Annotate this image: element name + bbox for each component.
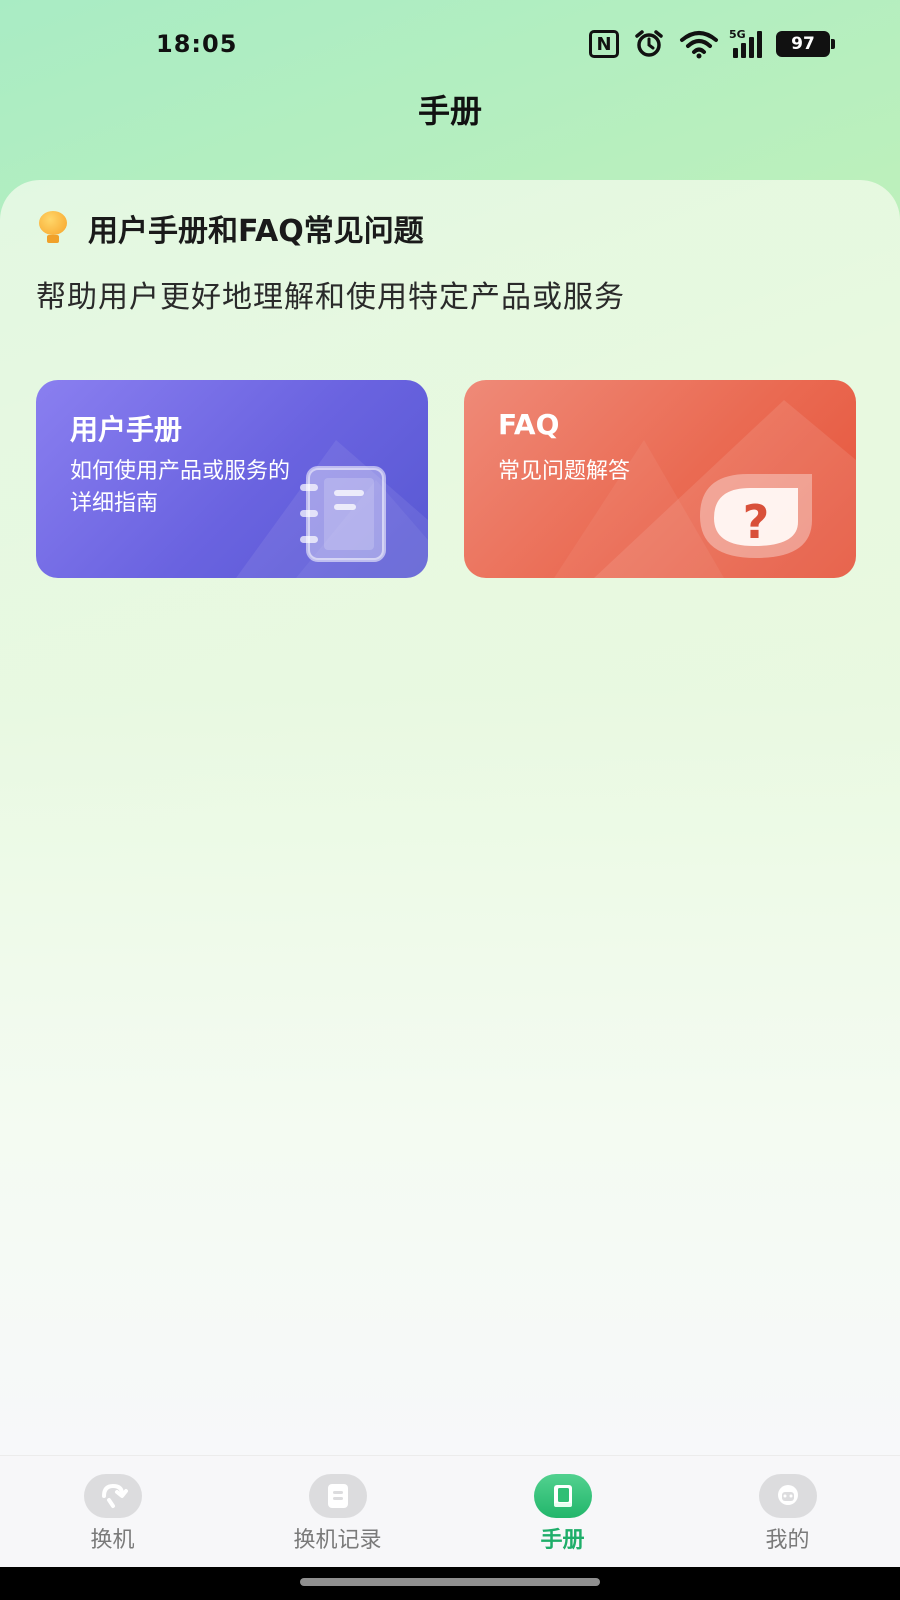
page-title: 手册 bbox=[417, 92, 482, 130]
section-header: 用户手册和FAQ常见问题 bbox=[36, 206, 424, 250]
network-type: 5G bbox=[729, 28, 746, 41]
notebook-icon bbox=[300, 466, 386, 562]
status-icons: N 5G 97 bbox=[589, 28, 835, 60]
svg-text:?: ? bbox=[743, 495, 770, 549]
lightbulb-icon bbox=[36, 211, 70, 245]
profile-icon bbox=[758, 1474, 817, 1518]
user-manual-title: 用户手册 bbox=[70, 413, 183, 446]
faq-title: FAQ bbox=[498, 408, 560, 441]
battery-icon: 97 bbox=[776, 31, 835, 57]
question-bubble-icon: ? bbox=[700, 474, 812, 558]
wifi-icon bbox=[679, 29, 719, 59]
phone-swap-icon bbox=[83, 1474, 142, 1518]
section-description: 帮助用户更好地理解和使用特定产品或服务 bbox=[36, 280, 625, 315]
document-icon bbox=[308, 1474, 367, 1518]
home-indicator[interactable] bbox=[300, 1578, 600, 1586]
tab-manual[interactable]: 手册 bbox=[450, 1456, 675, 1567]
tab-label: 手册 bbox=[540, 1528, 585, 1553]
user-manual-subtitle: 如何使用产品或服务的详细指南 bbox=[70, 459, 291, 516]
status-time: 18:05 bbox=[156, 30, 238, 58]
book-icon bbox=[533, 1474, 592, 1518]
tab-swap-history[interactable]: 换机记录 bbox=[225, 1456, 450, 1567]
alarm-icon bbox=[633, 28, 665, 60]
user-manual-card[interactable]: 用户手册 如何使用产品或服务的详细指南 bbox=[36, 380, 428, 578]
faq-subtitle: 常见问题解答 bbox=[498, 459, 631, 484]
status-bar: 18:05 N 5G 97 bbox=[0, 0, 900, 90]
bottom-tab-bar: 换机 换机记录 手册 我的 bbox=[0, 1455, 900, 1567]
tab-label: 我的 bbox=[765, 1528, 810, 1553]
section-title: 用户手册和FAQ常见问题 bbox=[88, 214, 424, 249]
tab-label: 换机记录 bbox=[293, 1528, 382, 1553]
signal-icon: 5G bbox=[729, 28, 762, 58]
tab-phone-swap[interactable]: 换机 bbox=[0, 1456, 225, 1567]
tab-label: 换机 bbox=[90, 1528, 135, 1553]
nfc-icon: N bbox=[589, 30, 619, 58]
gesture-bar bbox=[0, 1567, 900, 1600]
main-panel: 用户手册和FAQ常见问题 帮助用户更好地理解和使用特定产品或服务 用户手册 如何… bbox=[0, 180, 900, 1455]
tab-profile[interactable]: 我的 bbox=[675, 1456, 900, 1567]
faq-card[interactable]: FAQ 常见问题解答 ? bbox=[464, 380, 856, 578]
